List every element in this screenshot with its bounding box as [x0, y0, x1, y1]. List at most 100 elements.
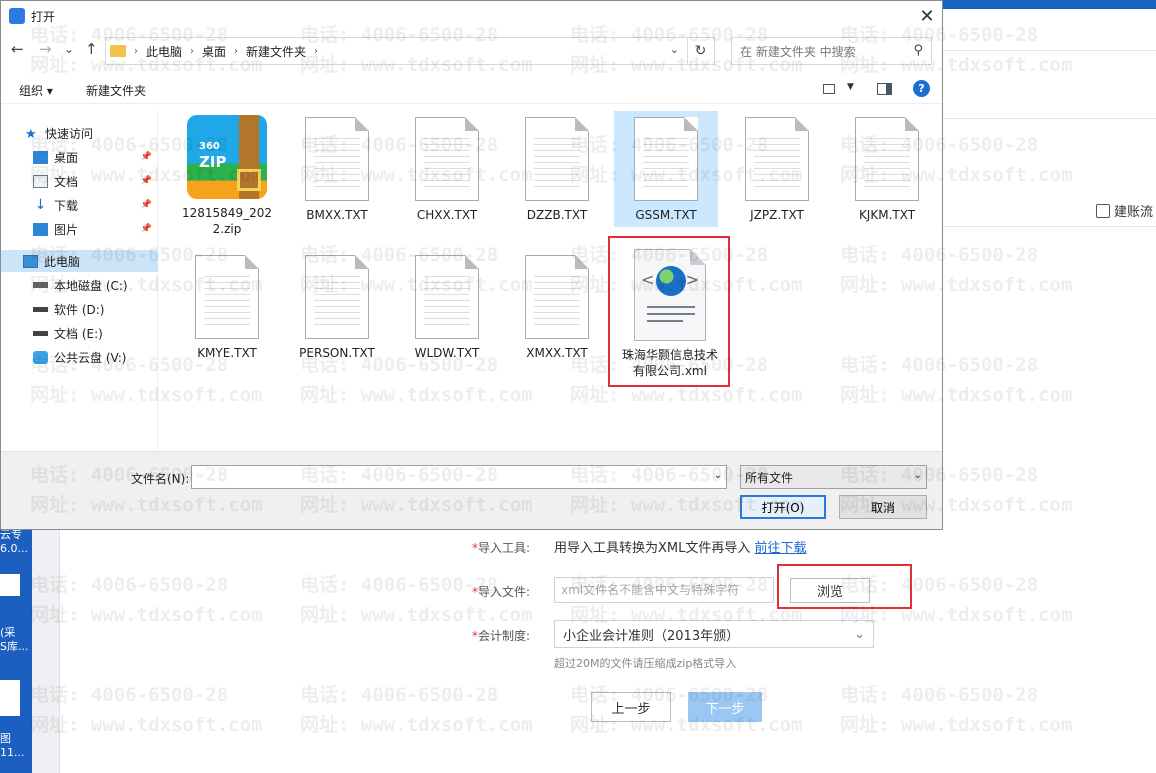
chevron-down-icon[interactable]: ⌄	[670, 43, 679, 56]
acct-label-row: *会计制度:	[450, 627, 530, 644]
file-item-txt[interactable]: PERSON.TXT	[285, 249, 389, 361]
text-file-icon	[855, 117, 919, 201]
sidebar-item-label: 文档	[54, 174, 79, 189]
dialog-footer: 文件名(N): ⌄ 所有文件 ⌄ 打开(O) 取消	[1, 451, 942, 529]
accounting-standard-select[interactable]: 小企业会计准则（2013年颁） ⌄	[554, 620, 874, 648]
sidebar-item-downloads[interactable]: ↓ 下载 📌	[1, 194, 158, 216]
file-item-txt[interactable]: BMXX.TXT	[285, 111, 389, 223]
sidebar-item-pictures[interactable]: 图片 📌	[1, 218, 158, 240]
sidebar-item-cloud-drive[interactable]: 公共云盘 (V:)	[1, 346, 158, 368]
chevron-down-icon[interactable]: ⌄	[714, 470, 722, 481]
download-link[interactable]: 前往下载	[755, 541, 807, 556]
sidebar-item-drive-d[interactable]: 软件 (D:)	[1, 298, 158, 320]
close-button[interactable]: ✕	[912, 1, 942, 31]
file-item-txt[interactable]: CHXX.TXT	[395, 111, 499, 223]
zip-buckle	[237, 169, 261, 191]
desktop-shortcut-icon[interactable]	[0, 680, 20, 716]
file-label: 导入文件:	[477, 585, 530, 599]
search-placeholder: 在 新建文件夹 中搜索	[740, 44, 856, 59]
size-hint: 超过20M的文件请压缩成zip格式导入	[554, 657, 737, 670]
forward-arrow-icon[interactable]: →	[39, 40, 52, 58]
up-arrow-icon[interactable]: ↑	[85, 40, 98, 58]
desktop-shortcut-icon[interactable]	[0, 574, 20, 596]
setup-flow-link[interactable]: 建账流	[1096, 201, 1153, 220]
chevron-right-icon: ›	[190, 45, 195, 57]
new-folder-button[interactable]: 新建文件夹	[86, 82, 146, 99]
open-button[interactable]: 打开(O)	[740, 495, 826, 519]
file-type-select[interactable]: 所有文件 ⌄	[740, 465, 927, 489]
file-name: BMXX.TXT	[306, 208, 368, 222]
file-name: XMXX.TXT	[526, 346, 588, 360]
accounting-standard-value: 小企业会计准则（2013年颁）	[563, 628, 740, 644]
breadcrumb-this-pc[interactable]: 此电脑	[146, 43, 182, 60]
sidebar-item-label: 桌面	[54, 150, 79, 165]
text-file-icon	[195, 255, 259, 339]
sidebar-item-label: 公共云盘 (V:)	[54, 350, 127, 365]
text-file-icon	[525, 117, 589, 201]
tool-label-row: *导入工具:	[450, 539, 530, 556]
breadcrumb-desktop[interactable]: 桌面	[202, 43, 226, 60]
folder-icon	[110, 45, 126, 57]
desktop-item-label: (采	[0, 626, 16, 639]
next-step-button[interactable]: 下一步	[688, 692, 762, 722]
drive-icon	[33, 330, 48, 336]
zip-icon-brand: 360	[199, 141, 220, 152]
background-side-strip	[32, 530, 60, 773]
document-icon	[33, 174, 48, 188]
sidebar-item-quick-access[interactable]: ★ 快速访问	[1, 122, 158, 144]
file-item-txt[interactable]: KMYE.TXT	[175, 249, 279, 361]
organize-menu[interactable]: 组织 ▾	[19, 82, 53, 99]
chevron-right-icon: ›	[134, 45, 138, 57]
sidebar-item-documents[interactable]: 文档 📌	[1, 170, 158, 192]
file-item-txt[interactable]: XMXX.TXT	[505, 249, 609, 361]
chevron-down-icon[interactable]: ▼	[847, 82, 854, 92]
text-file-icon	[525, 255, 589, 339]
dialog-titlebar: 打开 ✕	[1, 1, 942, 31]
desktop-item-label: 11...	[0, 746, 25, 759]
sidebar-item-desktop[interactable]: 桌面 📌	[1, 146, 158, 168]
filename-input[interactable]: ⌄	[191, 465, 727, 489]
recent-locations-icon[interactable]: ⌄	[64, 42, 74, 56]
acct-label: 会计制度:	[477, 629, 530, 643]
download-icon: ↓	[34, 196, 47, 213]
app-icon	[9, 8, 25, 24]
preview-pane-icon[interactable]	[877, 83, 892, 95]
navigation-bar: ← → ⌄ ↑ › 此电脑 › 桌面 › 新建文件夹 › ⌄ ↻ 在 新建文件夹…	[1, 34, 942, 68]
search-box[interactable]: 在 新建文件夹 中搜索 ⚲	[731, 37, 932, 65]
background-divider	[943, 50, 1156, 51]
file-item-txt[interactable]: JZPZ.TXT	[725, 111, 829, 223]
back-arrow-icon[interactable]: ←	[11, 40, 24, 58]
sidebar-item-this-pc[interactable]: 此电脑	[1, 250, 158, 272]
file-item-txt[interactable]: KJKM.TXT	[835, 111, 939, 223]
background-divider	[943, 226, 1156, 227]
pin-icon: 📌	[140, 200, 152, 210]
address-bar[interactable]: › 此电脑 › 桌面 › 新建文件夹 › ⌄	[105, 37, 688, 65]
xml-file-highlight-box	[608, 236, 730, 387]
star-icon: ★	[25, 126, 37, 142]
refresh-button[interactable]: ↻	[687, 37, 715, 65]
pin-icon: 📌	[140, 224, 152, 234]
import-file-input[interactable]	[554, 577, 774, 603]
flow-icon	[1096, 203, 1110, 218]
sidebar-item-drive-e[interactable]: 文档 (E:)	[1, 322, 158, 344]
cancel-button[interactable]: 取消	[839, 495, 927, 519]
breadcrumb-new-folder[interactable]: 新建文件夹	[246, 43, 306, 60]
chevron-down-icon: ⌄	[913, 470, 922, 481]
setup-flow-label: 建账流	[1114, 205, 1154, 220]
file-item-txt[interactable]: WLDW.TXT	[395, 249, 499, 361]
file-name: KJKM.TXT	[858, 208, 916, 222]
previous-step-button[interactable]: 上一步	[591, 692, 671, 722]
desktop-item-label: 图	[0, 732, 11, 745]
dialog-toolbar: 组织 ▾ 新建文件夹 ▼ ?	[1, 76, 942, 104]
sidebar-item-label: 此电脑	[44, 254, 81, 269]
chevron-right-icon: ›	[234, 45, 239, 57]
file-label-row: *导入文件:	[450, 583, 530, 600]
file-item-txt[interactable]: DZZB.TXT	[505, 111, 609, 223]
view-options-icon[interactable]	[823, 84, 835, 94]
file-item-zip[interactable]: 360 ZIP 12815849_2022.zip	[175, 111, 279, 247]
file-item-txt-selected[interactable]: GSSM.TXT	[614, 111, 718, 227]
picture-icon	[33, 222, 48, 236]
desktop-item-label: 云专	[0, 530, 22, 541]
help-icon[interactable]: ?	[913, 80, 930, 97]
sidebar-item-drive-c[interactable]: 本地磁盘 (C:)	[1, 274, 158, 296]
